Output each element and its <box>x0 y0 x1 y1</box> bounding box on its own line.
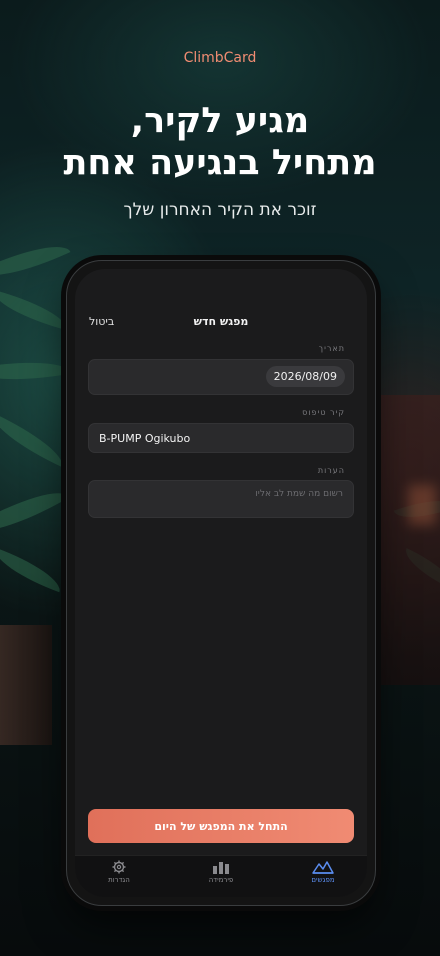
wall-field[interactable]: B-PUMP Ogikubo <box>88 423 354 453</box>
tab-settings-label: הגדרות <box>108 876 130 884</box>
brand-name: ClimbCard <box>183 50 257 66</box>
nav-bar: מפגש חדש ביטול <box>75 315 367 339</box>
tab-pyramid[interactable]: פירמידה <box>181 860 261 884</box>
notes-label: הערות <box>317 466 345 475</box>
app-screen: מפגש חדש ביטול תאריך 2026/08/09 קיר טיפו… <box>75 269 367 897</box>
cancel-button[interactable]: ביטול <box>89 315 114 328</box>
date-label: תאריך <box>318 344 345 353</box>
phone-mockup: מפגש חדש ביטול תאריך 2026/08/09 קיר טיפו… <box>66 260 376 906</box>
mountains-icon <box>312 861 334 874</box>
headline-line-1: מגיע לקיר, <box>130 101 310 141</box>
background-doorway <box>370 395 440 685</box>
background-light <box>408 485 436 525</box>
tab-settings[interactable]: הגדרות <box>79 860 159 884</box>
start-session-button[interactable]: התחל את המפגש של היום <box>88 809 354 843</box>
headline-line-2: מתחיל בנגיעה אחת <box>63 143 377 183</box>
wall-value: B-PUMP Ogikubo <box>99 432 191 445</box>
subtitle: זוכר את הקיר האחרון שלך <box>123 200 317 220</box>
bar-chart-icon <box>213 862 229 874</box>
notes-field[interactable]: רשום מה שמת לב אליו <box>88 480 354 518</box>
gear-icon <box>112 860 126 874</box>
date-field[interactable]: 2026/08/09 <box>88 359 354 395</box>
tab-sessions[interactable]: מפגשים <box>283 860 363 884</box>
notes-placeholder: רשום מה שמת לב אליו <box>255 489 343 499</box>
wall-label: קיר טיפוס <box>302 408 345 417</box>
plant-pot <box>0 625 52 745</box>
tab-pyramid-label: פירמידה <box>208 876 234 884</box>
tab-sessions-label: מפגשים <box>311 876 335 884</box>
nav-title: מפגש חדש <box>193 315 249 328</box>
headline: מגיע לקיר, מתחיל בנגיעה אחת <box>0 100 440 184</box>
tab-bar: מפגשים פירמידה הגדרות <box>75 855 367 897</box>
date-picker-chip[interactable]: 2026/08/09 <box>265 366 345 387</box>
